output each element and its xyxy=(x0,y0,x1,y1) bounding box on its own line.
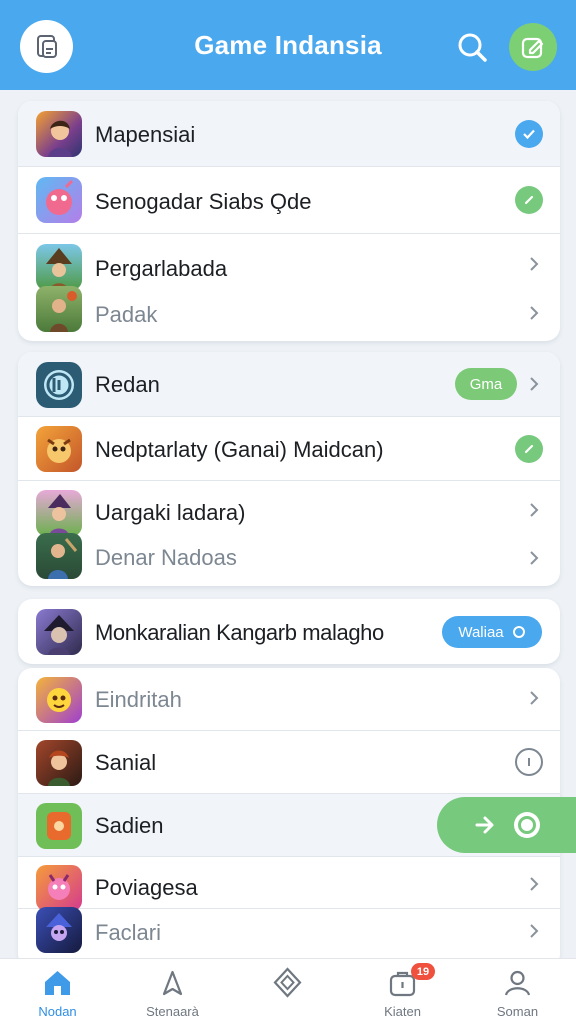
game-avatar-icon xyxy=(36,609,82,655)
game-avatar-icon xyxy=(36,244,82,290)
tab-label: Stenaarà xyxy=(146,1004,199,1019)
chevron-right-icon xyxy=(526,502,542,518)
game-avatar-icon xyxy=(36,426,82,472)
tab-label: Soman xyxy=(496,1004,539,1019)
refresh-icon xyxy=(512,626,525,638)
tab-center[interactable] xyxy=(230,959,345,1024)
chevron-right-icon xyxy=(526,923,542,939)
profile-icon xyxy=(502,967,533,998)
list-item[interactable]: Sanial xyxy=(18,731,560,794)
list-item-label: Sadien xyxy=(95,813,164,838)
game-avatar-icon xyxy=(36,286,82,332)
tab-label: Kiaten xyxy=(384,1004,421,1019)
list-item-label: Mapensiai xyxy=(95,122,196,147)
chevron-right-icon xyxy=(526,376,542,392)
game-avatar-icon xyxy=(36,865,82,911)
status-pill[interactable]: Waliaa xyxy=(442,616,542,648)
bottom-tab-bar: Nodan Stenaarà 19 Kiaten Soman xyxy=(0,958,576,1024)
list-item-label: Eindritah xyxy=(95,687,182,712)
game-avatar-icon xyxy=(36,362,82,408)
diamond-icon xyxy=(272,967,303,998)
game-avatar-icon xyxy=(36,177,82,223)
list-item[interactable]: Padak xyxy=(18,286,560,341)
game-avatar-icon xyxy=(36,490,82,536)
chevron-right-icon xyxy=(526,876,542,892)
game-group-1: Mapensiai Senogadar Siabs O̧de Pergarlab… xyxy=(18,101,560,341)
edit-icon[interactable] xyxy=(509,23,557,71)
status-pill-label: Waliaa xyxy=(458,623,504,641)
list-item-label: Sanial xyxy=(95,750,157,775)
list-item[interactable]: Poviagesa xyxy=(18,857,560,911)
list-item[interactable]: Pergarlabada xyxy=(18,234,560,290)
status-pill[interactable]: Gma xyxy=(455,368,517,400)
chevron-right-icon xyxy=(526,256,542,272)
check-icon[interactable] xyxy=(515,120,543,148)
chevron-right-icon xyxy=(526,550,542,566)
list-item-label: Poviagesa xyxy=(95,875,198,900)
list-item-label: Redan xyxy=(95,372,160,397)
tab-profile[interactable]: Soman xyxy=(460,959,575,1024)
check-icon[interactable] xyxy=(515,435,543,463)
list-item-label: Nedptarlaty (Ganai) Maidcan) xyxy=(95,437,384,462)
chevron-right-icon xyxy=(526,305,542,321)
game-group-2: Redan Gma Nedptarlaty (Ganai) Maidcan) U… xyxy=(18,352,560,586)
tab-label: Nodan xyxy=(38,1004,77,1019)
list-item[interactable]: Senogadar Siabs O̧de xyxy=(18,167,560,234)
search-icon[interactable] xyxy=(455,30,491,66)
game-avatar-icon xyxy=(36,803,82,849)
list-item-label: Pergarlabada xyxy=(95,256,228,281)
game-avatar-icon xyxy=(36,677,82,723)
arrow-right-icon xyxy=(475,812,540,838)
chevron-right-icon xyxy=(526,690,542,706)
list-item-label: Faclari xyxy=(95,920,162,945)
notification-badge: 19 xyxy=(411,963,435,980)
list-item[interactable]: Eindritah xyxy=(18,668,560,731)
list-item-label: Denar Nadoas xyxy=(95,545,237,570)
tab-home[interactable]: Nodan xyxy=(0,959,115,1024)
tab-bookmark[interactable]: Stenaarà xyxy=(115,959,230,1024)
list-item[interactable]: Monkaralian Kangarb malagho Waliaa xyxy=(18,599,560,664)
game-avatar-icon xyxy=(36,907,82,953)
check-icon[interactable] xyxy=(515,186,543,214)
list-item[interactable]: Denar Nadoas xyxy=(18,533,560,586)
game-avatar-icon xyxy=(36,533,82,579)
list-item-label: Senogadar Siabs O̧de xyxy=(95,189,312,214)
list-item[interactable]: Uargaki ladara) xyxy=(18,481,560,536)
list-item[interactable]: Nedptarlaty (Ganai) Maidcan) xyxy=(18,417,560,481)
game-group-3: Monkaralian Kangarb malagho Waliaa xyxy=(18,599,560,664)
game-avatar-icon xyxy=(36,111,82,157)
game-avatar-icon xyxy=(36,740,82,786)
list-item[interactable]: Mapensiai xyxy=(18,101,560,167)
header-bar: Game Indansia xyxy=(0,0,576,90)
home-icon xyxy=(42,967,73,998)
list-item-label: Monkaralian Kangarb malagho xyxy=(95,620,384,645)
info-icon[interactable] xyxy=(515,748,543,776)
bookmark-icon xyxy=(157,967,188,998)
list-item-label: Padak xyxy=(95,302,158,327)
action-toggle[interactable] xyxy=(437,797,576,853)
list-item-label: Uargaki ladara) xyxy=(95,500,246,525)
tab-bag[interactable]: 19 Kiaten xyxy=(345,959,460,1024)
list-item[interactable]: Redan Gma xyxy=(18,352,560,417)
